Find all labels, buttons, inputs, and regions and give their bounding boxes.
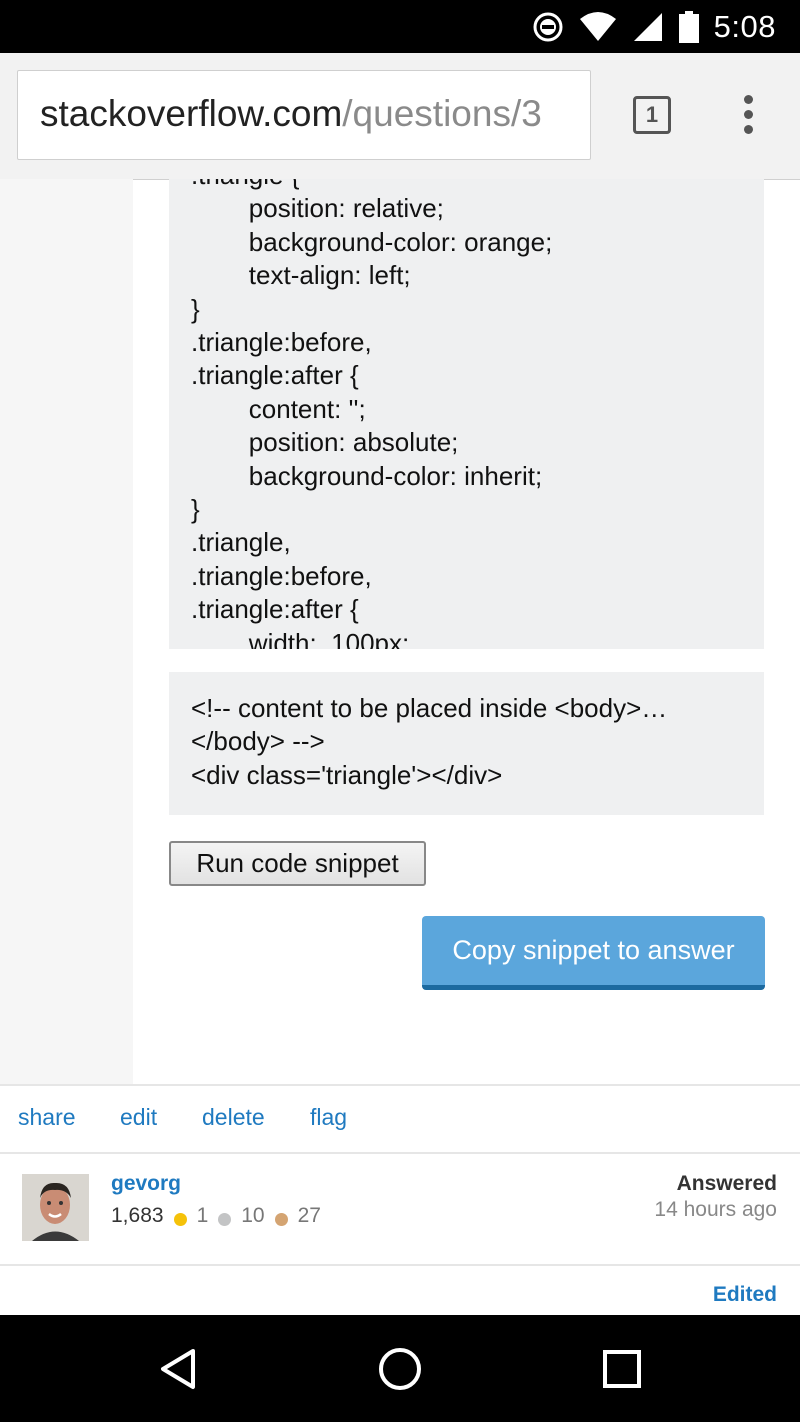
silver-badge-icon [218, 1212, 232, 1226]
edit-link[interactable]: edit [120, 1104, 157, 1131]
delete-link[interactable]: delete [202, 1104, 265, 1131]
html-code: <!-- content to be placed inside <body>…… [191, 693, 668, 790]
clock: 5:08 [713, 9, 776, 44]
avatar-image [22, 1174, 89, 1241]
post-actions: share edit delete flag [0, 1084, 800, 1154]
gold-badge-count: 1 [196, 1204, 209, 1227]
avatar[interactable] [22, 1174, 89, 1241]
share-link[interactable]: share [18, 1104, 76, 1131]
user-reputation: 1,683 1 10 27 [111, 1204, 321, 1228]
bronze-badge-count: 27 [297, 1204, 321, 1227]
run-code-snippet-button[interactable]: Run code snippet [169, 841, 426, 886]
home-icon[interactable] [378, 1347, 422, 1391]
answered-label: Answered [676, 1172, 777, 1195]
cell-signal-icon [633, 13, 662, 41]
answered-info: Answered 14 hours ago [654, 1172, 777, 1222]
silver-badge-count: 10 [241, 1204, 265, 1227]
gold-badge-icon [173, 1212, 187, 1226]
recents-icon[interactable] [602, 1349, 642, 1389]
bronze-badge-icon [274, 1212, 288, 1226]
browser-toolbar: stackoverflow.com/questions/3 1 [0, 53, 800, 180]
css-code-block: .triangle { position: relative; backgrou… [169, 179, 764, 649]
battery-icon [678, 11, 699, 43]
overflow-menu-icon[interactable] [740, 95, 756, 137]
url-domain: stackoverflow.com [40, 93, 343, 134]
tab-switcher-button[interactable]: 1 [633, 96, 671, 134]
page-content: .triangle { position: relative; backgrou… [0, 179, 800, 1315]
left-gutter [0, 179, 133, 1084]
url-text: stackoverflow.com/questions/3 [40, 93, 542, 135]
wifi-icon [579, 12, 616, 41]
reputation-score: 1,683 [111, 1204, 164, 1227]
edited-link[interactable]: Edited [713, 1283, 777, 1307]
css-code: .triangle { position: relative; backgrou… [191, 179, 553, 649]
status-bar: 5:08 [0, 0, 800, 53]
url-field[interactable]: stackoverflow.com/questions/3 [17, 70, 591, 160]
do-not-disturb-icon [533, 12, 563, 42]
back-icon[interactable] [158, 1347, 198, 1391]
user-name-link[interactable]: gevorg [111, 1172, 181, 1196]
flag-link[interactable]: flag [310, 1104, 347, 1131]
tab-count: 1 [645, 102, 659, 127]
system-nav-bar [0, 1315, 800, 1422]
answered-time: 14 hours ago [654, 1198, 777, 1221]
user-card: gevorg 1,683 1 10 27 Answered 14 hours a… [0, 1152, 800, 1266]
status-icons: 5:08 [532, 8, 776, 46]
url-path: /questions/3 [342, 93, 542, 134]
copy-snippet-button[interactable]: Copy snippet to answer [422, 916, 765, 990]
html-code-block: <!-- content to be placed inside <body>…… [169, 672, 764, 815]
